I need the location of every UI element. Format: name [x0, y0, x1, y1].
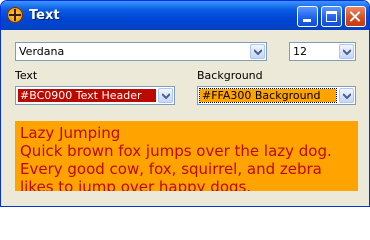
title-bar[interactable]: Text	[1, 1, 369, 30]
background-color-value: #FFA300 Background	[199, 88, 337, 103]
font-family-select[interactable]: Verdana	[15, 42, 267, 61]
chevron-down-icon	[343, 49, 351, 55]
text-window: Text Verdana 12 Text Background #BC0900 …	[0, 0, 370, 207]
minimize-icon	[303, 19, 311, 22]
font-size-value: 12	[293, 45, 307, 58]
text-color-select[interactable]: #BC0900 Text Header	[15, 86, 175, 105]
preview-body-text: Quick brown fox jumps over the lazy dog.…	[20, 142, 332, 191]
maximize-button[interactable]	[321, 6, 342, 27]
text-color-value: #BC0900 Text Header	[18, 89, 156, 102]
chevron-down-icon	[162, 93, 170, 99]
minimize-button[interactable]	[297, 6, 318, 27]
font-family-dropdown-button[interactable]	[250, 44, 265, 59]
close-icon	[346, 7, 365, 26]
text-preview-panel: Lazy Jumping Quick brown fox jumps over …	[15, 121, 358, 191]
window-title: Text	[29, 8, 60, 23]
preview-header: Lazy Jumping	[20, 124, 121, 142]
font-family-value: Verdana	[19, 45, 65, 58]
background-color-select[interactable]: #FFA300 Background	[197, 86, 356, 105]
text-color-dropdown-button[interactable]	[158, 88, 173, 103]
chevron-down-icon	[343, 93, 351, 99]
app-crosshair-icon	[7, 7, 23, 23]
font-size-dropdown-button[interactable]	[339, 44, 354, 59]
background-color-dropdown-button[interactable]	[339, 88, 354, 103]
close-button[interactable]	[345, 6, 366, 27]
font-size-select[interactable]: 12	[289, 42, 356, 61]
text-color-label: Text	[15, 69, 38, 82]
background-color-label: Background	[197, 69, 263, 82]
chevron-down-icon	[254, 49, 262, 55]
maximize-icon	[326, 11, 337, 22]
